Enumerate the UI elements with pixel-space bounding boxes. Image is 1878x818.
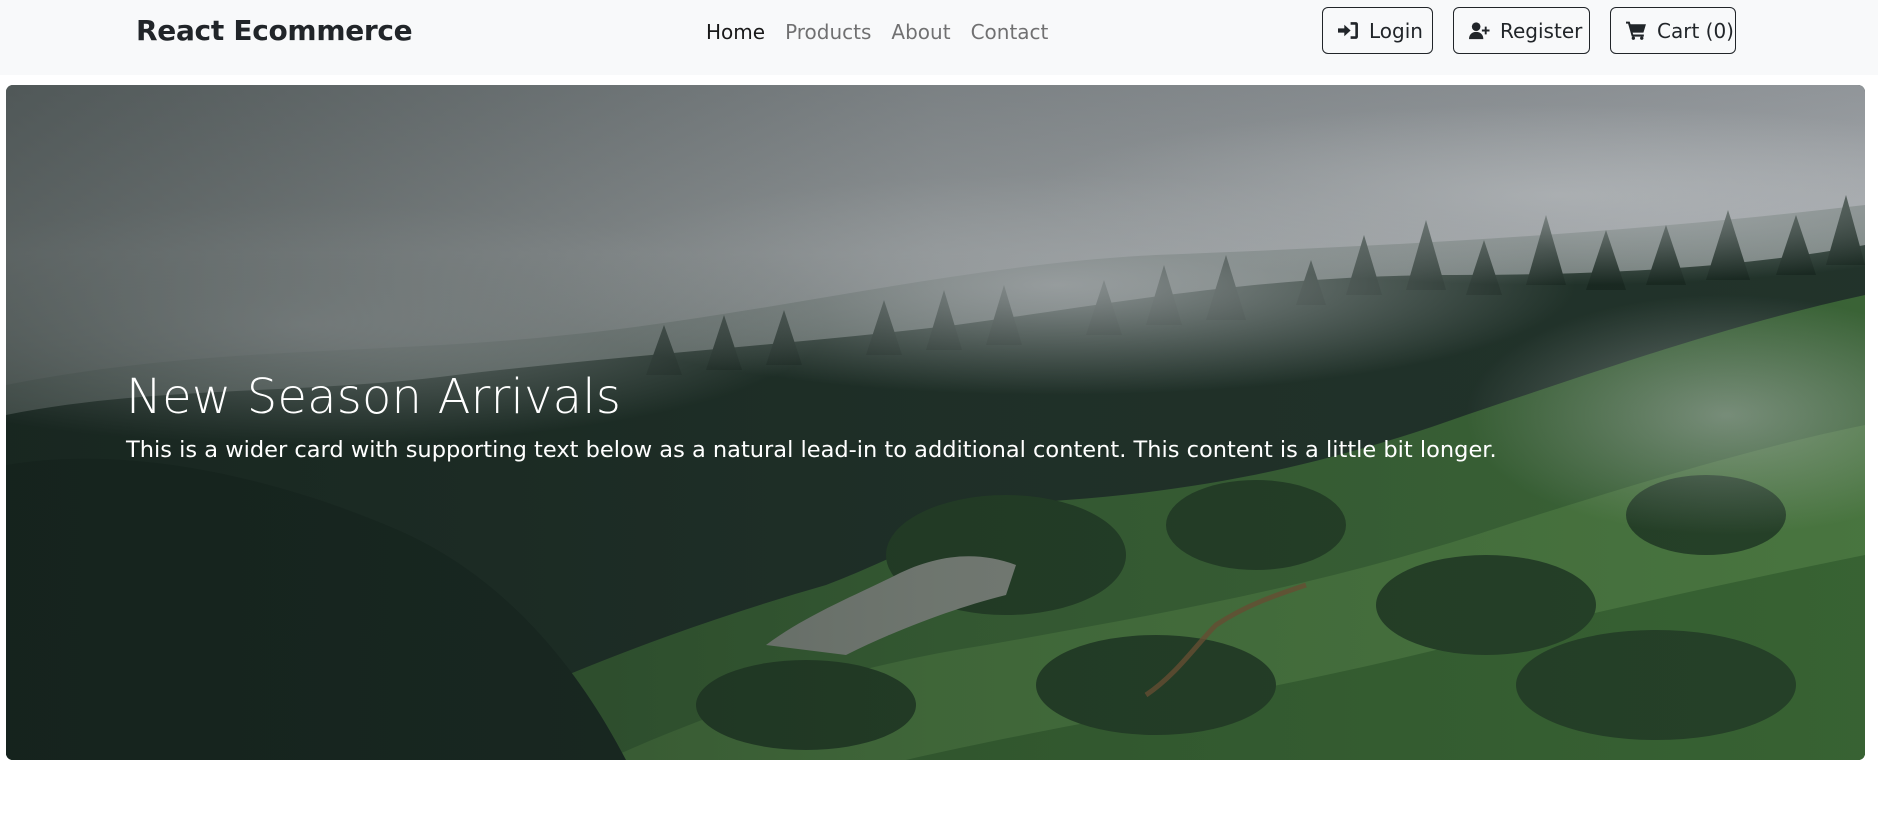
- brand-logo[interactable]: React Ecommerce: [136, 14, 413, 47]
- nav-link-products[interactable]: Products: [785, 20, 871, 44]
- register-button[interactable]: Register: [1453, 7, 1590, 54]
- hero-subtitle: This is a wider card with supporting tex…: [126, 436, 1497, 463]
- cart-label: Cart (0): [1657, 18, 1734, 43]
- hero-card: New Season Arrivals This is a wider card…: [6, 85, 1865, 760]
- nav-link-contact[interactable]: Contact: [971, 20, 1049, 44]
- login-label: Login: [1369, 18, 1423, 43]
- nav-link-about[interactable]: About: [891, 20, 950, 44]
- hero-title: New Season Arrivals: [126, 369, 622, 425]
- login-button[interactable]: Login: [1322, 7, 1433, 54]
- navbar: React Ecommerce Home Products About Cont…: [0, 0, 1878, 75]
- shopping-cart-icon: [1626, 21, 1646, 40]
- register-label: Register: [1500, 18, 1583, 43]
- cart-button[interactable]: Cart (0): [1610, 7, 1736, 54]
- nav-link-home[interactable]: Home: [706, 20, 765, 44]
- sign-in-icon: [1338, 22, 1358, 39]
- nav-links: Home Products About Contact: [706, 20, 1048, 44]
- hero-text-block: New Season Arrivals This is a wider card…: [126, 371, 1497, 465]
- user-plus-icon: [1469, 22, 1490, 40]
